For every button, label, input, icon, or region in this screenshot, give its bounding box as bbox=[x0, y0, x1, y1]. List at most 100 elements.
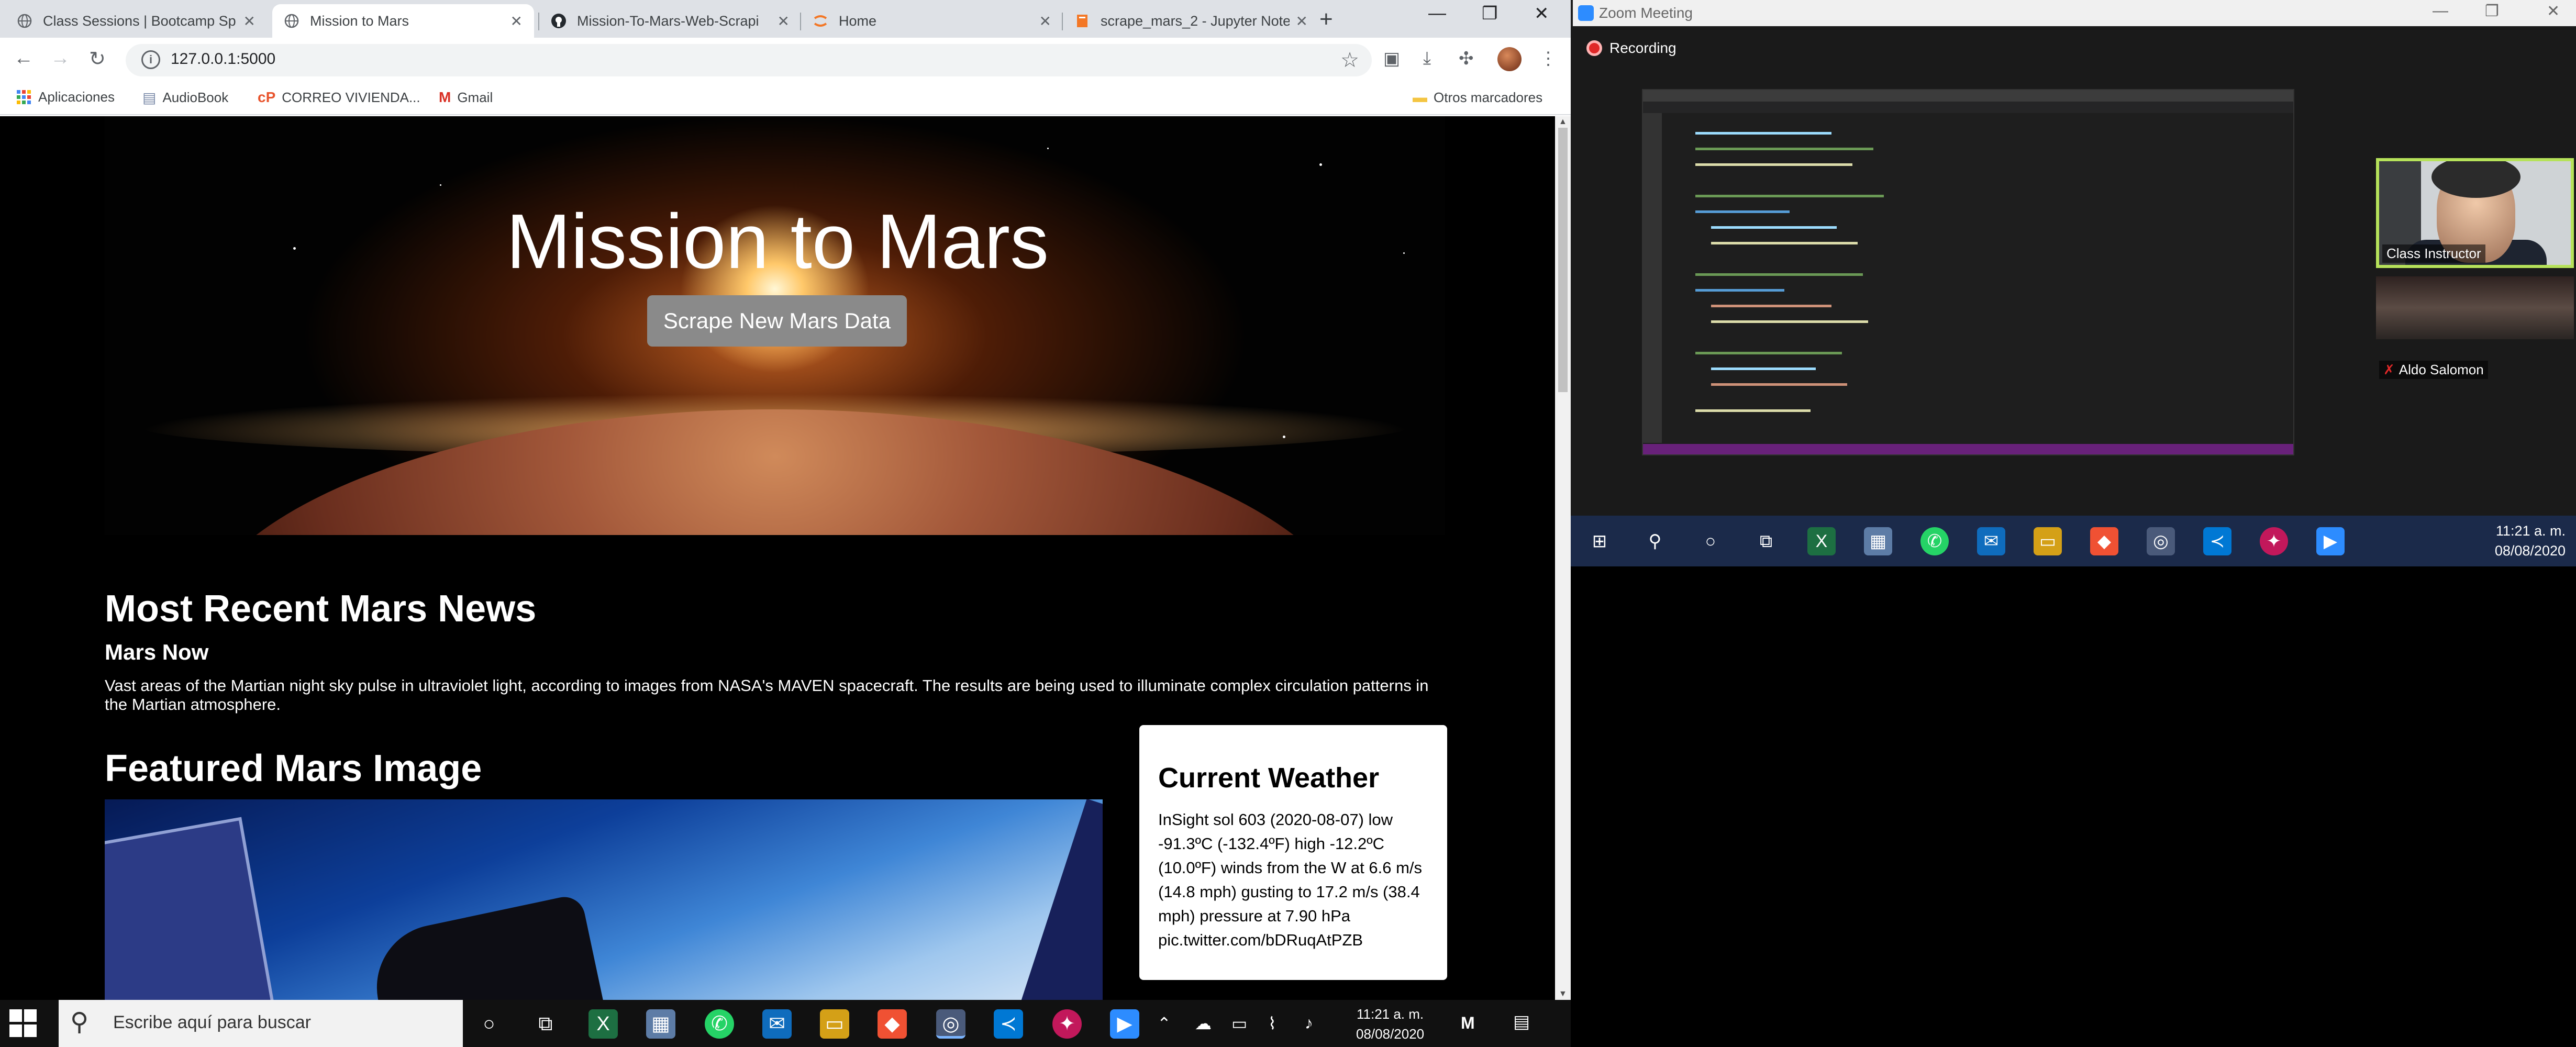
close-window-button[interactable]: ✕ bbox=[2547, 2, 2560, 20]
git-icon[interactable]: ◆ bbox=[878, 1009, 907, 1039]
tab-mission-to-mars[interactable]: Mission to Mars ✕ bbox=[272, 4, 534, 38]
vscode-icon[interactable]: ≺ bbox=[2203, 527, 2231, 555]
gmail-tray-icon[interactable]: M bbox=[1461, 1013, 1475, 1033]
url-text[interactable]: 127.0.0.1:5000 bbox=[171, 50, 275, 68]
mail-logo-icon: cP bbox=[258, 89, 276, 105]
participant-video-instructor[interactable]: Class Instructor bbox=[2376, 158, 2574, 268]
wifi-icon[interactable]: ⌇ bbox=[1268, 1013, 1276, 1033]
close-tab-icon[interactable]: ✕ bbox=[778, 13, 790, 30]
vscode-tab-bar bbox=[1643, 102, 2293, 113]
code-line bbox=[1695, 352, 1842, 354]
taskbar-clock[interactable]: 11:21 a. m. 08/08/2020 bbox=[1356, 1004, 1424, 1044]
git-icon[interactable]: ◆ bbox=[2090, 527, 2118, 555]
menu-kebab-icon[interactable]: ⋮ bbox=[1539, 48, 1557, 69]
chrome-icon[interactable]: ◎ bbox=[2147, 527, 2175, 555]
scrape-button[interactable]: Scrape New Mars Data bbox=[647, 295, 907, 347]
zoom-icon[interactable]: ▶ bbox=[2316, 527, 2345, 555]
app-icon[interactable]: ▦ bbox=[1864, 527, 1892, 555]
solar-panel-shape bbox=[105, 817, 280, 1000]
vscode-status-bar bbox=[1643, 444, 2293, 454]
bookmark-gmail[interactable]: M Gmail bbox=[439, 89, 493, 106]
recording-dot-icon bbox=[1586, 40, 1602, 56]
notification-center-icon[interactable]: ▤ bbox=[1513, 1011, 1530, 1032]
whatsapp-icon[interactable]: ✆ bbox=[705, 1009, 734, 1039]
windows-start-icon[interactable] bbox=[9, 1009, 38, 1038]
mail-icon[interactable]: ✉ bbox=[1977, 527, 2005, 555]
bookmark-star-icon[interactable]: ☆ bbox=[1340, 48, 1359, 72]
onedrive-cloud-icon[interactable]: ☁ bbox=[1195, 1013, 1212, 1033]
tab-class-sessions[interactable]: Class Sessions | Bootcamp Sp ✕ bbox=[5, 4, 267, 38]
cortana-icon[interactable]: ○ bbox=[1696, 527, 1725, 555]
page-scrollbar[interactable]: ▲ ▼ bbox=[1555, 116, 1571, 1000]
mail-icon[interactable]: ✉ bbox=[762, 1009, 792, 1039]
close-tab-icon[interactable]: ✕ bbox=[1039, 13, 1051, 30]
excel-icon[interactable]: X bbox=[589, 1009, 618, 1039]
puzzle-extensions-icon[interactable]: ✣ bbox=[1459, 48, 1474, 69]
bookmark-audiobook[interactable]: ▤ AudioBook bbox=[142, 89, 228, 106]
scrollbar-thumb[interactable] bbox=[1558, 128, 1568, 392]
extension-icon[interactable]: ▣ bbox=[1383, 48, 1400, 69]
scroll-up-icon[interactable]: ▲ bbox=[1559, 117, 1567, 127]
chevron-up-icon[interactable]: ⌃ bbox=[1157, 1013, 1171, 1033]
code-line bbox=[1711, 320, 1868, 323]
recording-indicator[interactable]: Recording bbox=[1586, 40, 1676, 57]
download-icon[interactable]: ⤓ bbox=[1423, 48, 1431, 69]
app-icon[interactable]: ▦ bbox=[646, 1009, 675, 1039]
bookmark-label: AudioBook bbox=[162, 90, 229, 105]
featured-mars-image[interactable] bbox=[105, 799, 1103, 1000]
document-icon: ▤ bbox=[142, 90, 157, 106]
cortana-icon[interactable]: ○ bbox=[474, 1009, 504, 1039]
code-line bbox=[1695, 148, 1873, 150]
site-info-icon[interactable]: i bbox=[141, 50, 160, 69]
close-tab-icon[interactable]: ✕ bbox=[243, 13, 256, 30]
zoom-icon[interactable]: ▶ bbox=[1110, 1009, 1139, 1039]
restore-button[interactable]: ❐ bbox=[1482, 3, 1497, 24]
file-explorer-icon[interactable]: ▭ bbox=[2034, 527, 2062, 555]
bookmark-correo-vivienda[interactable]: cP CORREO VIVIENDA... bbox=[258, 89, 420, 106]
search-icon[interactable]: ⚲ bbox=[1641, 527, 1669, 555]
profile-avatar[interactable] bbox=[1497, 47, 1522, 71]
taskbar-search-box[interactable]: ⚲ Escribe aquí para buscar bbox=[59, 1000, 463, 1047]
battery-icon[interactable]: ▭ bbox=[1231, 1013, 1247, 1033]
star bbox=[440, 184, 441, 186]
tab-github[interactable]: Mission-To-Mars-Web-Scrapi ✕ bbox=[539, 4, 801, 38]
reload-icon[interactable]: ↻ bbox=[89, 47, 106, 71]
file-explorer-icon[interactable]: ▭ bbox=[820, 1009, 849, 1039]
excel-icon[interactable]: X bbox=[1807, 527, 1836, 555]
task-view-icon[interactable]: ⧉ bbox=[531, 1009, 560, 1039]
zoom-window: Zoom Meeting — ❐ ✕ Recording Class Instr… bbox=[1571, 0, 2576, 566]
bookmark-otros-marcadores[interactable]: ▬ Otros marcadores bbox=[1413, 89, 1542, 106]
close-window-button[interactable]: ✕ bbox=[1534, 3, 1549, 24]
new-tab-button[interactable]: + bbox=[1319, 6, 1333, 32]
whatsapp-icon[interactable]: ✆ bbox=[1920, 527, 1949, 555]
close-tab-icon[interactable]: ✕ bbox=[510, 13, 523, 30]
apps-grid-icon bbox=[17, 90, 31, 104]
solar-panel-shape bbox=[1003, 799, 1103, 1000]
minimize-button[interactable]: — bbox=[2433, 2, 2448, 20]
remote-clock[interactable]: 11:21 a. m. 08/08/2020 bbox=[2495, 521, 2566, 561]
app-icon[interactable]: ✦ bbox=[1052, 1009, 1082, 1039]
address-bar[interactable]: i 127.0.0.1:5000 ☆ bbox=[126, 44, 1372, 76]
minimize-button[interactable]: — bbox=[1428, 3, 1446, 24]
scroll-down-icon[interactable]: ▼ bbox=[1559, 989, 1567, 999]
tab-divider bbox=[1062, 13, 1063, 30]
restore-button[interactable]: ❐ bbox=[2485, 2, 2499, 20]
app-icon[interactable]: ✦ bbox=[2260, 527, 2288, 555]
bookmark-aplicaciones[interactable]: Aplicaciones bbox=[17, 89, 115, 105]
bookmark-label: CORREO VIVIENDA... bbox=[282, 89, 420, 105]
chrome-icon[interactable]: ◎ bbox=[936, 1009, 965, 1039]
back-arrow-icon[interactable]: ← bbox=[14, 47, 34, 70]
windows-start-icon[interactable]: ⊞ bbox=[1585, 527, 1614, 555]
screen: Class Sessions | Bootcamp Sp ✕ Mission t… bbox=[0, 0, 2576, 1047]
tab-home[interactable]: Home ✕ bbox=[801, 4, 1063, 38]
close-tab-icon[interactable]: ✕ bbox=[1296, 13, 1308, 30]
news-heading: Most Recent Mars News bbox=[105, 588, 537, 630]
participant-video-aldo[interactable]: ✗ Aldo Salomon bbox=[2376, 271, 2574, 381]
chrome-window: Class Sessions | Bootcamp Sp ✕ Mission t… bbox=[0, 0, 1571, 1047]
volume-icon[interactable]: ♪ bbox=[1305, 1013, 1313, 1033]
vscode-icon[interactable]: ≺ bbox=[994, 1009, 1023, 1039]
forward-arrow-icon[interactable]: → bbox=[50, 47, 70, 70]
tab-jupyter-notebook[interactable]: scrape_mars_2 - Jupyter Note ✕ bbox=[1063, 4, 1319, 38]
task-view-icon[interactable]: ⧉ bbox=[1752, 527, 1780, 555]
jupyter-notebook-icon bbox=[1074, 13, 1090, 29]
